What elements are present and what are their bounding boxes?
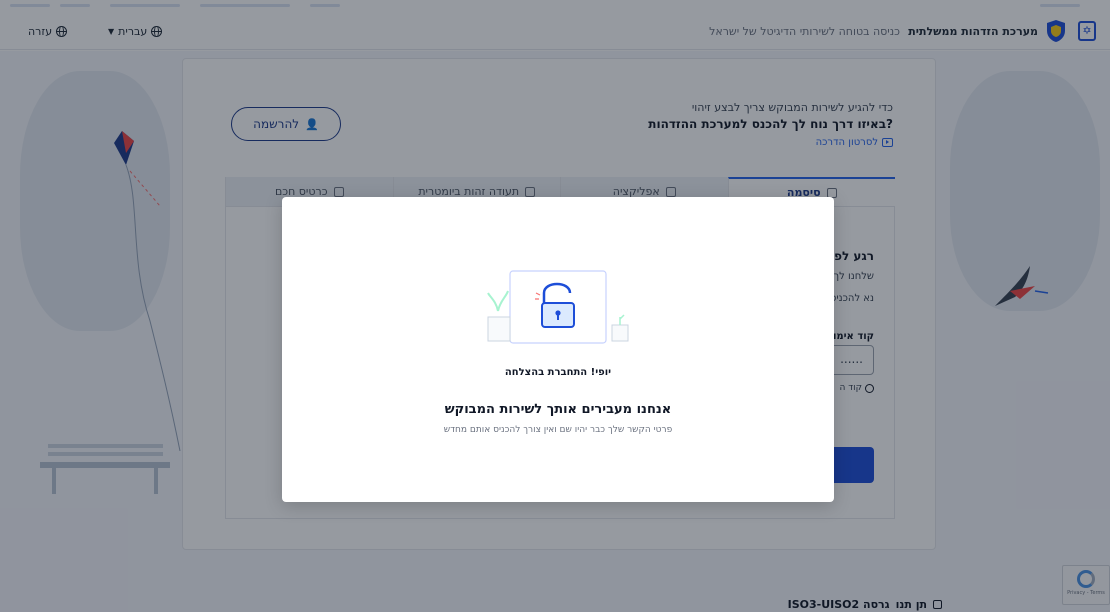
unlocked-lock-icon xyxy=(487,270,629,344)
modal-title: אנחנו מעבירים אותך לשירות המבוקש xyxy=(444,402,672,417)
success-modal: יופי! התחברת בהצלחה אנחנו מעבירים אותך ל… xyxy=(282,197,834,502)
modal-subtitle: פרטי הקשר שלך כבר יהיו שם ואין צורך להכנ… xyxy=(443,425,673,435)
success-message: יופי! התחברת בהצלחה xyxy=(504,367,612,378)
